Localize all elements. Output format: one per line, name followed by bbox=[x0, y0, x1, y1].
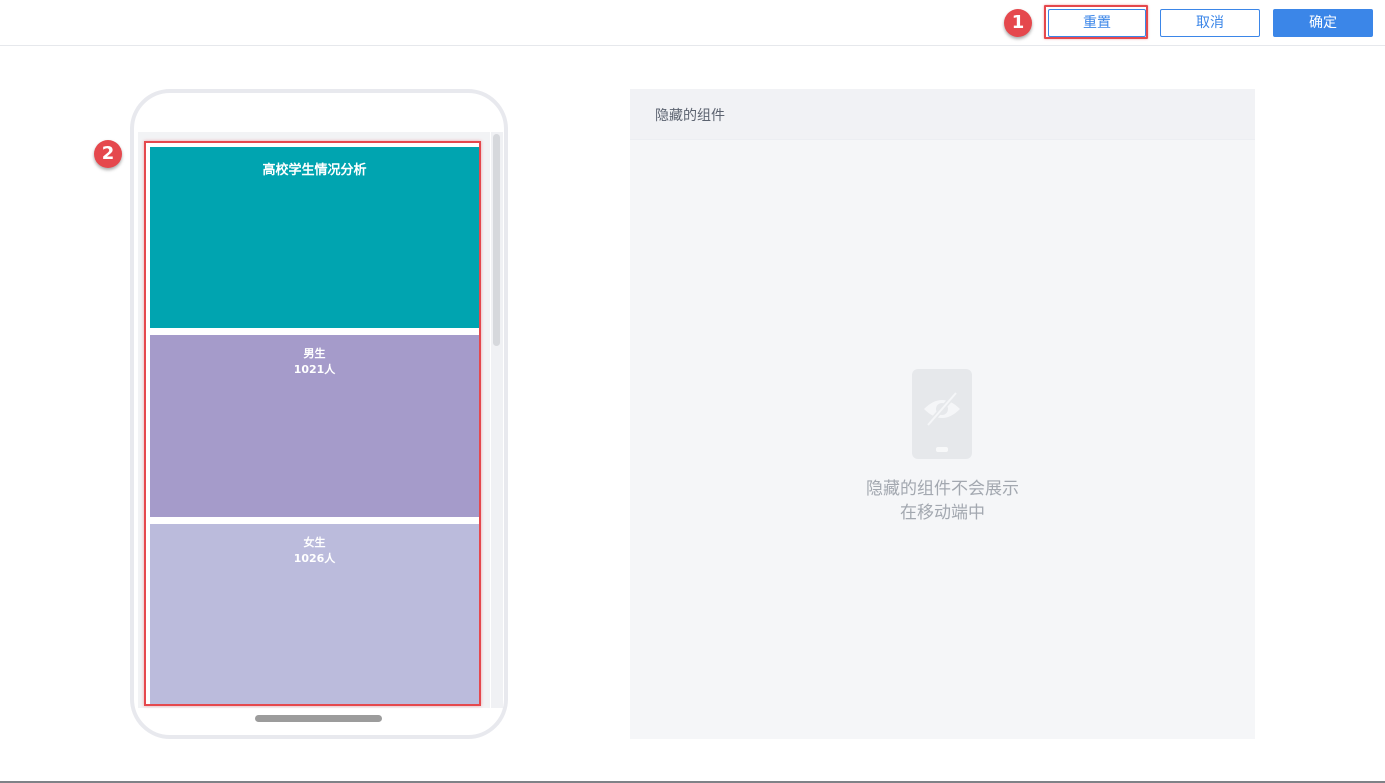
hidden-phone-icon bbox=[912, 369, 972, 459]
hidden-panel-title: 隐藏的组件 bbox=[655, 108, 725, 124]
male-stat-component[interactable]: 男生 1021人 bbox=[150, 335, 479, 517]
reset-highlight-box bbox=[1044, 5, 1148, 39]
female-label: 女生 bbox=[303, 536, 326, 549]
top-toolbar: 重置 取消 确定 bbox=[0, 0, 1385, 46]
cancel-button[interactable]: 取消 bbox=[1160, 9, 1260, 37]
step-marker-1: 1 bbox=[1004, 9, 1032, 37]
female-count: 1026人 bbox=[293, 552, 336, 565]
male-count: 1021人 bbox=[293, 363, 336, 376]
preview-scrollbar-thumb[interactable] bbox=[493, 134, 500, 346]
confirm-button[interactable]: 确定 bbox=[1273, 9, 1373, 37]
hidden-empty-line1: 隐藏的组件不会展示 bbox=[866, 479, 1019, 499]
female-stat-component[interactable]: 女生 1026人 bbox=[150, 524, 479, 704]
hidden-empty-line2: 在移动端中 bbox=[900, 503, 985, 523]
male-label: 男生 bbox=[303, 347, 326, 360]
mobile-preview-content: 高校学生情况分析 男生 1021人 女生 1026人 bbox=[144, 141, 481, 706]
hidden-components-panel: 隐藏的组件 隐藏的组件不会展示 在移动端中 bbox=[630, 89, 1255, 739]
step-marker-2: 2 bbox=[94, 140, 122, 168]
hidden-panel-header: 隐藏的组件 bbox=[630, 89, 1255, 140]
title-component[interactable]: 高校学生情况分析 bbox=[150, 147, 479, 328]
home-indicator bbox=[255, 715, 382, 722]
dashboard-title: 高校学生情况分析 bbox=[262, 163, 367, 178]
hidden-empty-message: 隐藏的组件不会展示 在移动端中 bbox=[630, 477, 1255, 525]
